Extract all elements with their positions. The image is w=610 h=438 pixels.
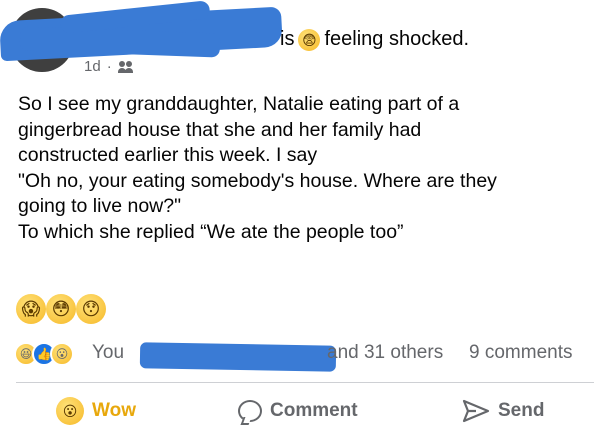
- post-timestamp[interactable]: 1d: [84, 58, 101, 75]
- send-icon: [462, 399, 490, 423]
- post-line: gingerbread house that she and her famil…: [18, 118, 422, 141]
- flushed-emoji-icon: 😳: [46, 294, 76, 324]
- send-button[interactable]: Send: [462, 394, 544, 428]
- shocked-emoji-icon: 😨: [298, 28, 321, 51]
- post-action-bar: 😮 Wow Comment Send: [0, 384, 610, 438]
- hushed-emoji-icon: 😯: [76, 294, 106, 324]
- friends-icon[interactable]: [117, 60, 134, 73]
- post-meta: 1d ·: [84, 58, 134, 75]
- reactors-others[interactable]: and 31 others: [327, 342, 443, 364]
- post-line: constructed earlier this week. I say: [18, 144, 318, 166]
- feeling-label: feeling shocked.: [324, 28, 469, 50]
- comment-label: Comment: [270, 400, 358, 421]
- post-emoji-row: 😱 😳 😯: [16, 294, 106, 324]
- comment-icon: [238, 400, 262, 422]
- post-line: going to live now?": [18, 195, 182, 217]
- post-text: So I see my granddaughter, Natalie eatin…: [18, 92, 598, 245]
- post-line: So I see my granddaughter, Natalie eatin…: [18, 93, 460, 115]
- wow-label: Wow: [92, 400, 136, 421]
- post-line: "Oh no, your eating somebody's house. Wh…: [18, 169, 497, 192]
- reactors-you[interactable]: You: [92, 342, 124, 364]
- status-is-label: is: [280, 28, 295, 50]
- post-header-status: is 😨 feeling shocked.: [280, 28, 469, 51]
- comment-button[interactable]: Comment: [238, 394, 358, 428]
- scream-emoji-icon: 😱: [16, 294, 46, 324]
- post-line: To which she replied “We ate the people …: [18, 220, 404, 243]
- facebook-post: is 😨 feeling shocked. 1d · So I see my g…: [0, 0, 610, 438]
- wow-icon: 😮: [56, 397, 84, 425]
- send-label: Send: [498, 400, 545, 421]
- reactions-summary: 😆 👍 😮 You and 31 others 9 comments: [14, 342, 594, 372]
- reaction-icons[interactable]: 😆 👍 😮: [14, 342, 74, 366]
- comments-count[interactable]: 9 comments: [469, 342, 572, 364]
- wow-reaction-button[interactable]: 😮 Wow: [56, 394, 136, 428]
- wow-reaction-icon: 😮: [50, 342, 74, 366]
- divider: [16, 382, 594, 383]
- redacted-reactor-name: [139, 342, 337, 372]
- meta-separator: ·: [106, 58, 112, 75]
